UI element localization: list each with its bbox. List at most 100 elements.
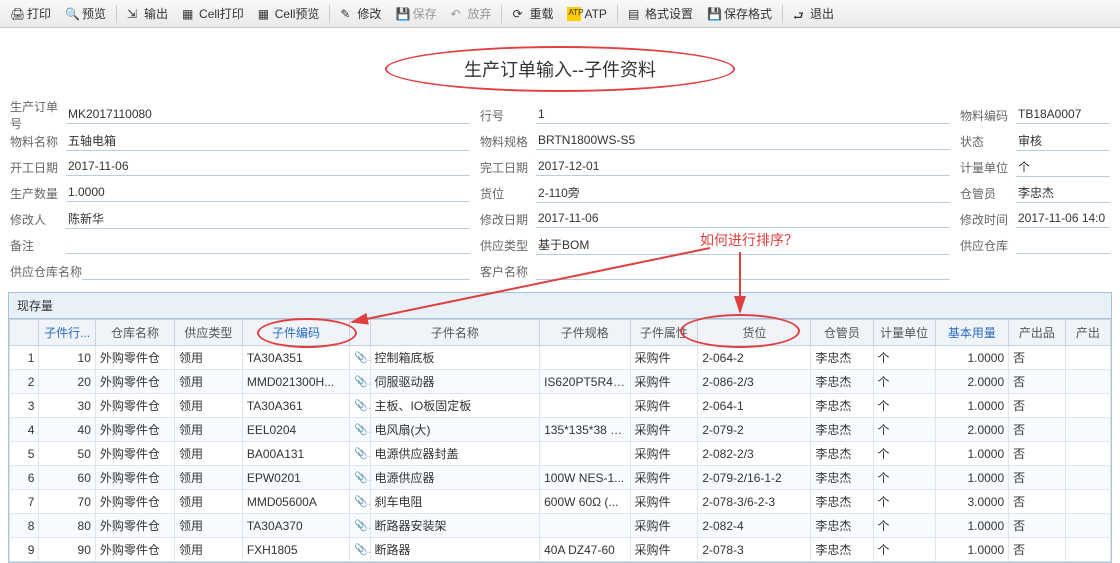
form-area: 生产订单号MK2017110080 物料名称五轴电箱 开工日期2017-11-0… [0,104,1120,282]
cell-wh: 外购零件仓 [95,466,174,490]
table-row[interactable]: 220外购零件仓领用MMD021300H...📎伺服驱动器IS620PT5R4I… [10,370,1111,394]
col-wh-name[interactable]: 仓库名称 [95,320,174,346]
cell-child-spec: 40A DZ47-60 [540,538,630,562]
label-remark: 备注 [10,237,66,254]
table-row[interactable]: 550外购零件仓领用BA00A131📎电源供应器封盖采购件2-082-2/3李忠… [10,442,1111,466]
col-output[interactable]: 产出品 [1009,320,1066,346]
atp-button[interactable]: ATPATP [561,4,612,24]
field-cust-name[interactable] [536,262,950,280]
field-keeper[interactable]: 李忠杰 [1016,183,1110,203]
annotation-sort-question: 如何进行排序？ [700,230,798,250]
save-button[interactable]: 💾保存 [389,2,442,25]
preview-icon: 🔍 [65,7,79,21]
cell-child-line: 50 [39,442,96,466]
cell-child-code: EEL0204 [242,418,349,442]
field-supply-wh[interactable] [1016,236,1110,254]
cell-base-qty: 1.0000 [935,442,1008,466]
cell-supply-type: 领用 [175,538,243,562]
table-row[interactable]: 440外购零件仓领用EEL0204📎电风扇(大)135*135*38 2...采… [10,418,1111,442]
save-format-button[interactable]: 💾保存格式 [701,2,778,25]
field-start-date[interactable]: 2017-11-06 [66,158,470,176]
col-keeper[interactable]: 仓管员 [811,320,873,346]
reload-button[interactable]: ⟳重载 [506,2,559,25]
col-child-code[interactable]: 子件编码 [242,320,349,346]
field-status[interactable]: 审核 [1016,131,1110,151]
field-line-no[interactable]: 1 [536,106,950,124]
col-child-line[interactable]: 子件行... [39,320,96,346]
cell-child-attr: 采购件 [630,538,698,562]
field-supply-wh-name[interactable] [82,262,470,280]
format-set-button[interactable]: ▤格式设置 [622,2,699,25]
cell-rowno: 2 [10,370,39,394]
paperclip-icon[interactable]: 📎 [350,346,370,370]
cell-child-attr: 采购件 [630,442,698,466]
cell-prod-out [1065,394,1110,418]
cell-child-code: MMD05600A [242,490,349,514]
cell-loc: 2-078-3 [698,538,811,562]
col-clip[interactable] [350,320,370,346]
cell-child-spec: 100W NES-1... [540,466,630,490]
cell-rowno: 4 [10,418,39,442]
table-row[interactable]: 330外购零件仓领用TA30A361📎主板、IO板固定板采购件2-064-1李忠… [10,394,1111,418]
field-prod-order-no[interactable]: MK2017110080 [66,106,470,124]
cell-child-line: 90 [39,538,96,562]
exit-button[interactable]: ⮐退出 [787,2,840,25]
cell-keeper: 李忠杰 [811,538,873,562]
col-rowno[interactable] [10,320,39,346]
cell-preview-button[interactable]: ▦Cell预览 [252,2,326,25]
revoke-button[interactable]: ↶放弃 [444,2,497,25]
paperclip-icon[interactable]: 📎 [350,514,370,538]
table-row[interactable]: 770外购零件仓领用MMD05600A📎刹车电阻600W 60Ω (...采购件… [10,490,1111,514]
table-row[interactable]: 660外购零件仓领用EPW0201📎电源供应器100W NES-1...采购件2… [10,466,1111,490]
field-modify-time[interactable]: 2017-11-06 14:0 [1016,210,1110,228]
field-mat-code[interactable]: TB18A0007 [1016,106,1110,124]
col-uom[interactable]: 计量单位 [873,320,935,346]
col-child-spec[interactable]: 子件规格 [540,320,630,346]
cell-child-code: FXH1805 [242,538,349,562]
undo-icon: ↶ [450,7,464,21]
modify-button[interactable]: ✎修改 [334,2,387,25]
col-child-attr[interactable]: 子件属性 [630,320,698,346]
table-row[interactable]: 110外购零件仓领用TA30A351📎控制箱底板采购件2-064-2李忠杰个1.… [10,346,1111,370]
field-finish-date[interactable]: 2017-12-01 [536,158,950,176]
col-child-name[interactable]: 子件名称 [370,320,540,346]
field-mat-spec[interactable]: BRTN1800WS-S5 [536,132,950,150]
preview-button[interactable]: 🔍预览 [59,2,112,25]
col-loc[interactable]: 货位 [698,320,811,346]
paperclip-icon[interactable]: 📎 [350,466,370,490]
field-loc[interactable]: 2-110旁 [536,183,950,203]
field-modify-date[interactable]: 2017-11-06 [536,210,950,228]
grid-tab-stock[interactable]: 现存量 [9,293,1111,319]
table-row[interactable]: 880外购零件仓领用TA30A370📎断路器安装架采购件2-082-4李忠杰个1… [10,514,1111,538]
paperclip-icon[interactable]: 📎 [350,490,370,514]
cell-wh: 外购零件仓 [95,346,174,370]
cell-prod-out [1065,370,1110,394]
cell-child-attr: 采购件 [630,466,698,490]
cell-child-line: 80 [39,514,96,538]
col-prod-out[interactable]: 产出 [1065,320,1110,346]
cell-wh: 外购零件仓 [95,418,174,442]
field-modifier[interactable]: 陈新华 [66,209,470,229]
paperclip-icon[interactable]: 📎 [350,370,370,394]
cell-rowno: 1 [10,346,39,370]
toolbar: 🖨打印 🔍预览 ⇲输出 ▦Cell打印 ▦Cell预览 ✎修改 💾保存 ↶放弃 … [0,0,1120,28]
paperclip-icon[interactable]: 📎 [350,442,370,466]
field-prod-qty[interactable]: 1.0000 [66,184,470,202]
label-status: 状态 [960,133,1016,150]
paperclip-icon[interactable]: 📎 [350,538,370,562]
field-mat-name[interactable]: 五轴电箱 [66,131,470,151]
print-button[interactable]: 🖨打印 [4,2,57,25]
table-row[interactable]: 990外购零件仓领用FXH1805📎断路器40A DZ47-60采购件2-078… [10,538,1111,562]
paperclip-icon[interactable]: 📎 [350,418,370,442]
col-supply-type[interactable]: 供应类型 [175,320,243,346]
field-remark[interactable] [66,236,470,254]
cell-loc: 2-078-3/6-2-3 [698,490,811,514]
output-button[interactable]: ⇲输出 [121,2,174,25]
cell-uom: 个 [873,490,935,514]
col-base-qty[interactable]: 基本用量 [935,320,1008,346]
field-uom[interactable]: 个 [1016,157,1110,177]
label-cust-name: 客户名称 [480,263,536,280]
cell-print-button[interactable]: ▦Cell打印 [176,2,250,25]
cell-uom: 个 [873,442,935,466]
paperclip-icon[interactable]: 📎 [350,394,370,418]
